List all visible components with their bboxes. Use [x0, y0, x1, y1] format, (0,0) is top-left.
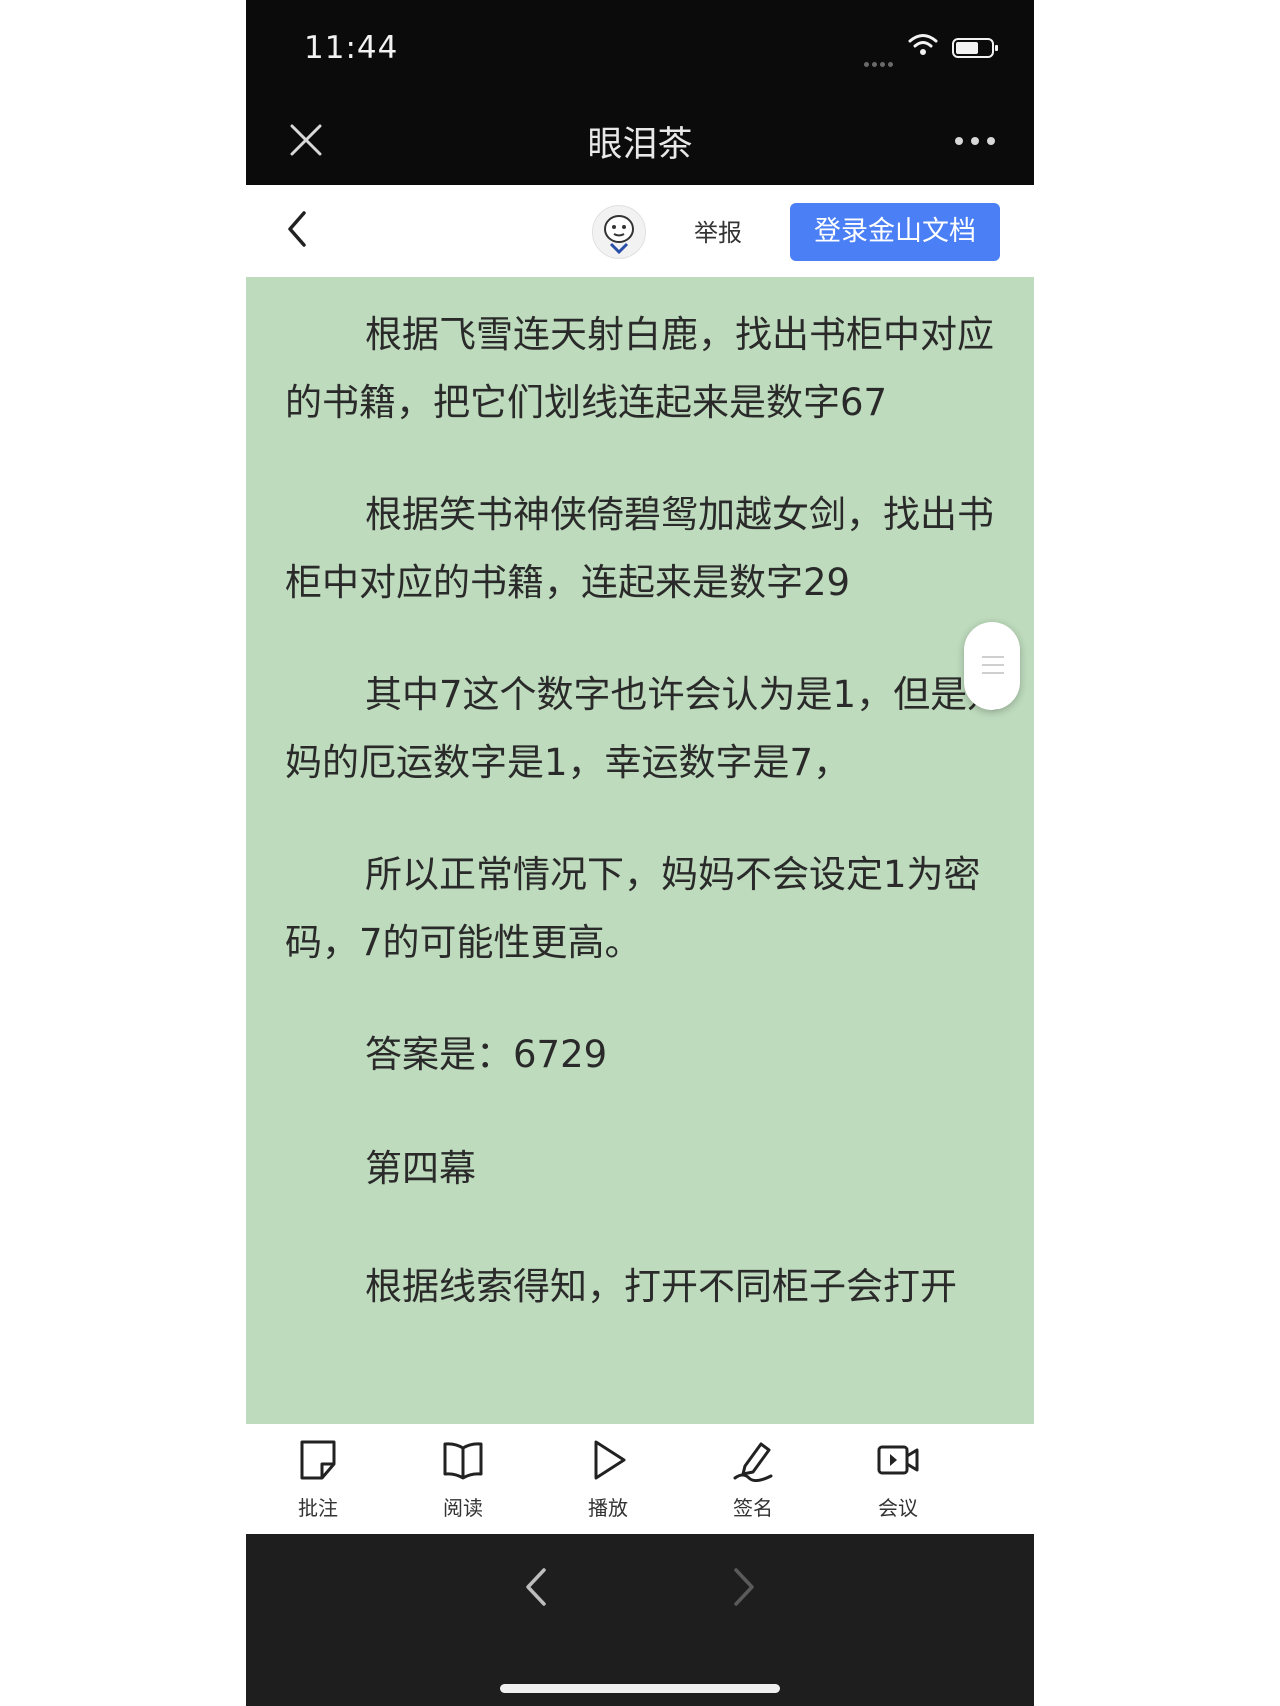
scroll-handle[interactable] — [964, 622, 1020, 710]
play-label: 播放 — [588, 1496, 628, 1520]
annotate-label: 批注 — [298, 1496, 338, 1520]
status-time: 11:44 — [304, 30, 399, 66]
cellular-signal-icon — [864, 52, 896, 71]
video-icon — [877, 1445, 919, 1475]
meeting-label: 会议 — [878, 1496, 918, 1520]
annotate-button[interactable]: 批注 — [268, 1438, 368, 1521]
book-icon — [443, 1442, 483, 1480]
note-icon — [300, 1440, 336, 1480]
nav-forward-icon[interactable] — [730, 1566, 758, 1608]
paragraph: 第四幕 — [365, 1147, 476, 1190]
nav-back-icon[interactable] — [522, 1566, 550, 1608]
bottom-action-bar: 批注 阅读 播放 签名 会议 — [246, 1424, 1034, 1534]
read-button[interactable]: 阅读 — [413, 1438, 513, 1521]
document-content: 根据飞雪连天射白鹿，找出书柜中对应的书籍，把它们划线连起来是数字67 根据笑书神… — [246, 277, 1034, 1424]
home-indicator[interactable] — [500, 1684, 780, 1693]
play-button[interactable]: 播放 — [558, 1438, 658, 1521]
meeting-button[interactable]: 会议 — [848, 1438, 948, 1521]
paragraph: 根据飞雪连天射白鹿，找出书柜中对应的书籍，把它们划线连起来是数字67 — [285, 313, 994, 424]
avatar-face-icon — [604, 215, 634, 255]
browser-nav-bar — [246, 1534, 1034, 1706]
play-icon — [594, 1440, 626, 1480]
report-link[interactable]: 举报 — [694, 213, 742, 248]
paragraph: 其中7这个数字也许会认为是1，但是妈妈的厄运数字是1，幸运数字是7， — [285, 673, 1005, 784]
battery-icon — [952, 38, 998, 58]
login-button[interactable]: 登录金山文档 — [790, 203, 1000, 261]
signature-icon — [733, 1442, 773, 1482]
sign-button[interactable]: 签名 — [703, 1438, 803, 1521]
paragraph: 根据笑书神侠倚碧鸳加越女剑，找出书柜中对应的书籍，连起来是数字29 — [285, 493, 994, 604]
more-icon[interactable] — [954, 136, 996, 146]
wifi-icon — [908, 34, 938, 55]
avatar[interactable] — [592, 205, 646, 259]
phone-screen: 11:44 眼泪茶 举报 登录金山文档 根据飞雪连天射白鹿，找出书柜中对应的书籍… — [246, 0, 1034, 1706]
sign-label: 签名 — [733, 1496, 773, 1520]
back-icon[interactable] — [282, 209, 312, 249]
paragraph: 根据线索得知，打开不同柜子会打开 — [365, 1265, 957, 1308]
paragraph: 所以正常情况下，妈妈不会设定1为密码，7的可能性更高。 — [285, 853, 981, 964]
page-title: 眼泪茶 — [587, 125, 693, 165]
title-bar: 眼泪茶 — [246, 96, 1034, 185]
read-label: 阅读 — [443, 1496, 483, 1520]
document-toolbar: 举报 登录金山文档 — [246, 185, 1034, 277]
paragraph: 答案是：6729 — [365, 1033, 608, 1076]
status-bar: 11:44 — [246, 0, 1034, 96]
